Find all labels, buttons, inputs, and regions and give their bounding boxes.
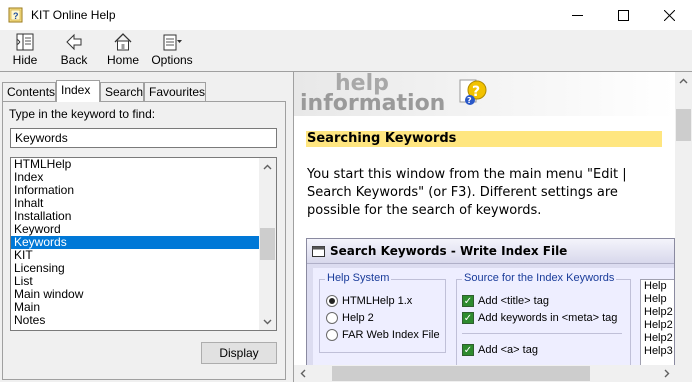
help-system-group-title: Help System (325, 272, 392, 284)
home-icon (114, 33, 132, 51)
tab-contents-label: Contents (7, 85, 56, 99)
radio-help2-label: Help 2 (342, 312, 374, 324)
help-file-item: Help (644, 280, 667, 292)
maximize-button[interactable] (600, 0, 646, 30)
maximize-icon (617, 9, 629, 21)
banner-text-information: information (300, 91, 445, 116)
source-group-title: Source for the Index Keywords (462, 272, 617, 284)
keyword-list-scrollbar[interactable] (259, 158, 276, 330)
scroll-down-button[interactable] (259, 313, 276, 330)
tab-favourites[interactable]: Favourites (144, 82, 206, 101)
dialog-window-icon (312, 246, 325, 257)
keyword-list-item[interactable]: Keywords (11, 236, 260, 249)
keyword-prompt: Type in the keyword to find: (9, 107, 156, 121)
display-button[interactable]: Display (201, 342, 277, 364)
svg-text:?: ? (13, 11, 19, 21)
tab-contents[interactable]: Contents (2, 82, 56, 101)
check-a-tag: ✓ Add <a> tag (462, 344, 538, 356)
check-title-tag-label: Add <title> tag (478, 295, 549, 307)
chevron-left-icon (300, 369, 305, 378)
dialog-title: Search Keywords - Write Index File (330, 244, 568, 258)
toolbar: Hide Back Home Options (0, 30, 692, 71)
check-a-tag-label: Add <a> tag (478, 344, 538, 356)
hide-label: Hide (12, 53, 38, 67)
radio-far-web-index-label: FAR Web Index File (342, 329, 440, 341)
title-bar: ? KIT Online Help (0, 0, 692, 30)
help-file-item: Help2 (644, 319, 673, 331)
radio-help2-indicator (326, 312, 338, 324)
options-label: Options (151, 53, 193, 67)
keyword-list-item[interactable]: Main (11, 301, 260, 314)
radio-htmlhelp-label: HTMLHelp 1.x (342, 295, 413, 307)
minimize-button[interactable] (554, 0, 600, 30)
check-title-tag: ✓ Add <title> tag (462, 295, 549, 307)
back-arrow-icon (66, 33, 82, 51)
keyword-list-scroll-thumb[interactable] (260, 228, 275, 260)
radio-htmlhelp: HTMLHelp 1.x (326, 295, 412, 307)
help-file-item: Help (644, 293, 667, 305)
content-scroll-up-button[interactable] (675, 72, 692, 89)
help-file-item: Help2 (644, 306, 673, 318)
group-divider (462, 333, 622, 334)
tab-search-label: Search (105, 85, 144, 99)
back-button[interactable]: Back (59, 32, 89, 70)
home-label: Home (107, 53, 140, 67)
scrollbar-corner (675, 365, 692, 382)
check-meta-keywords-label: Add keywords in <meta> tag (478, 312, 618, 324)
hide-pane-icon (16, 33, 34, 51)
checkmark-icon: ✓ (462, 344, 474, 356)
help-book-icon: ? (8, 7, 23, 23)
back-label: Back (60, 53, 88, 67)
radio-help2: Help 2 (326, 312, 374, 324)
hide-button[interactable]: Hide (11, 32, 39, 70)
content-scroll-left-button[interactable] (294, 365, 311, 382)
tab-index[interactable]: Index (56, 80, 100, 102)
help-file-item: Help2 (644, 332, 673, 344)
check-meta-keywords: ✓ Add keywords in <meta> tag (462, 312, 617, 324)
keyword-list-item[interactable]: Notes (11, 314, 260, 327)
close-button[interactable] (646, 0, 692, 30)
content-horizontal-scroll-thumb[interactable] (332, 366, 590, 381)
window-title: KIT Online Help (31, 8, 116, 22)
page-heading: Searching Keywords (307, 131, 457, 146)
keyword-list: HTMLHelp Index Information Inhalt Installati… (11, 158, 260, 327)
keyword-list-item[interactable]: Main window (11, 288, 260, 301)
keyword-list-item[interactable]: HTMLHelp (11, 158, 260, 171)
chevron-up-icon (679, 78, 688, 83)
options-icon (163, 34, 182, 51)
keyword-list-item[interactable]: Information (11, 184, 260, 197)
checkmark-icon: ✓ (462, 295, 474, 307)
body-paragraph: You start this window from the main menu… (307, 167, 627, 218)
tab-search[interactable]: Search (100, 82, 144, 101)
help-content-pane: help information ? ? Searching Keywords … (294, 72, 692, 382)
minimize-icon (571, 14, 583, 16)
radio-far-web-index-indicator (326, 329, 338, 341)
help-information-banner: help information ? ? (294, 72, 675, 116)
home-button[interactable]: Home (107, 32, 139, 70)
tab-index-label: Index (61, 83, 91, 97)
close-icon (663, 9, 675, 21)
keyword-list-item[interactable]: Licensing (11, 262, 260, 275)
content-vertical-scroll-thumb[interactable] (676, 109, 691, 141)
dialog-title-bar: Search Keywords - Write Index File (307, 239, 674, 264)
radio-far-web-index: FAR Web Index File (326, 329, 440, 341)
scroll-up-button[interactable] (259, 158, 276, 175)
tab-favourites-label: Favourites (149, 85, 206, 99)
content-horizontal-scrollbar[interactable] (294, 365, 675, 382)
checkmark-icon: ✓ (462, 312, 474, 324)
embedded-dialog-screenshot: Search Keywords - Write Index File Help … (306, 238, 675, 382)
chevron-up-icon (263, 164, 272, 169)
chevron-right-icon (664, 369, 669, 378)
content-vertical-scrollbar[interactable] (675, 72, 692, 365)
chevron-down-icon (263, 319, 272, 324)
options-button[interactable]: Options (151, 32, 193, 70)
content-scroll-right-button[interactable] (658, 365, 675, 382)
keyword-listbox[interactable]: HTMLHelp Index Information Inhalt Installati… (10, 157, 277, 331)
keyword-search-input[interactable] (10, 128, 277, 148)
svg-text:?: ? (467, 96, 472, 105)
radio-htmlhelp-indicator (326, 295, 338, 307)
help-file-item: Help3 (644, 345, 673, 357)
